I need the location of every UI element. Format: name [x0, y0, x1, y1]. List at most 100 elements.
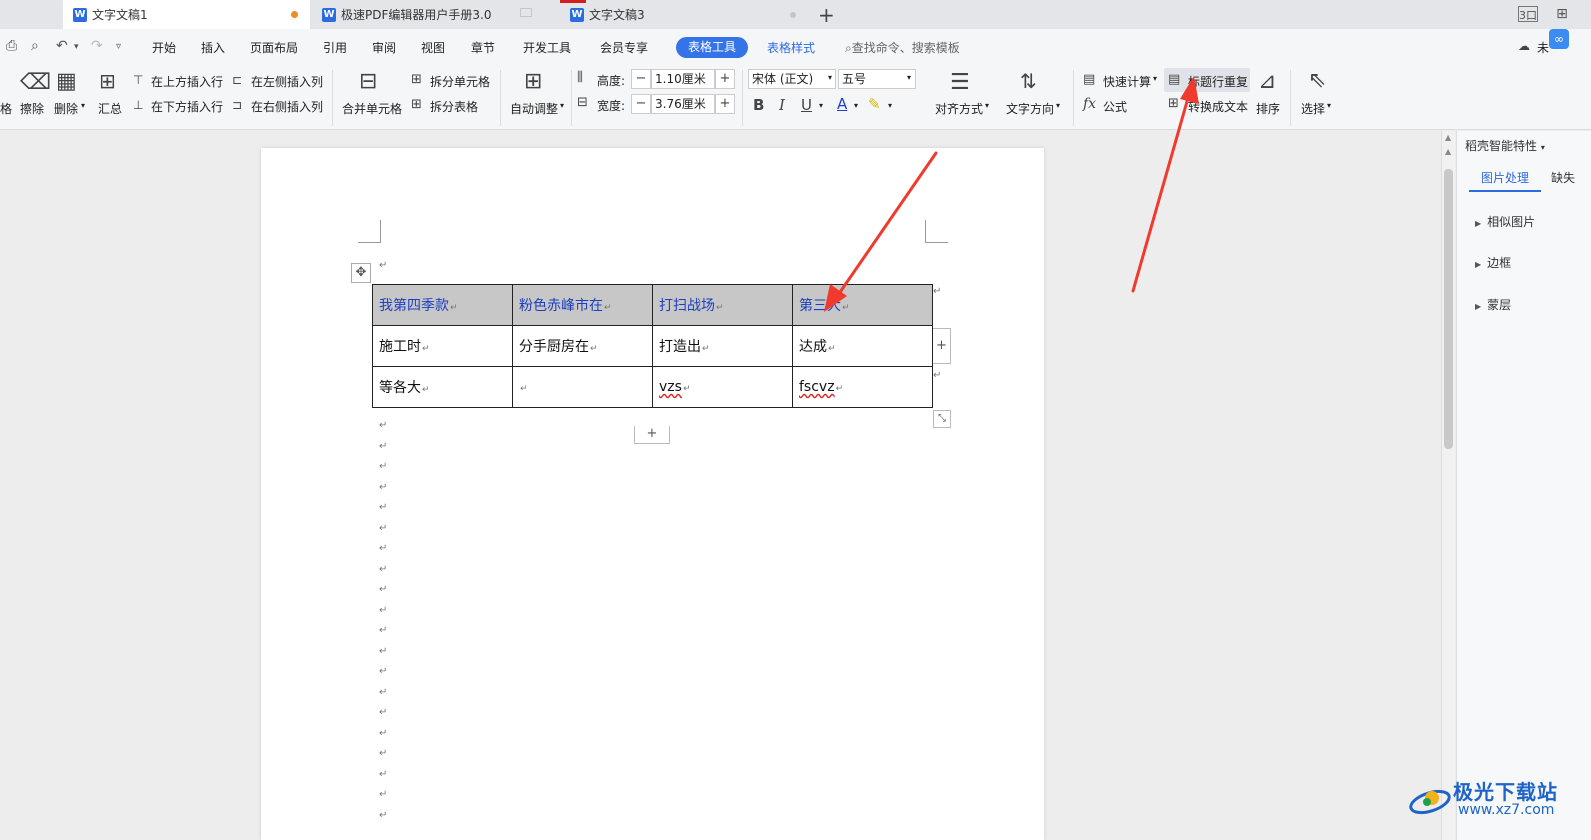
share-link-icon[interactable]: ∞: [1549, 29, 1569, 49]
table-cell[interactable]: 粉色赤峰市在↵: [512, 284, 653, 326]
cell-mark: ↵: [702, 344, 710, 354]
height-decrease-button[interactable]: −: [631, 69, 651, 89]
table-cell[interactable]: 我第四季款↵: [372, 284, 513, 326]
menu-view[interactable]: 视图: [421, 39, 445, 56]
text-direction-button[interactable]: 文字方向: [1006, 100, 1054, 117]
font-size-select[interactable]: 五号: [838, 69, 916, 89]
add-row-button[interactable]: +: [634, 426, 670, 444]
table-resize-handle-icon[interactable]: ⤡: [933, 410, 951, 428]
table-cell[interactable]: 施工时↵: [372, 325, 513, 367]
autofit-button[interactable]: 自动调整: [510, 100, 558, 117]
menu-insert[interactable]: 插入: [201, 39, 225, 56]
font-name-select[interactable]: 宋体 (正文): [748, 69, 836, 89]
new-tab-button[interactable]: +: [818, 3, 835, 27]
dropdown-icon[interactable]: ▾: [888, 101, 892, 110]
formula-button[interactable]: 公式: [1103, 98, 1127, 115]
scroll-thumb[interactable]: [1444, 169, 1453, 449]
dropdown-icon[interactable]: ▾: [854, 101, 858, 110]
split-cell-button[interactable]: 拆分单元格: [430, 73, 490, 90]
width-decrease-button[interactable]: −: [631, 94, 651, 114]
tab-missing[interactable]: 缺失: [1551, 169, 1575, 186]
width-increase-button[interactable]: +: [715, 94, 735, 114]
dropdown-icon[interactable]: ▾: [1056, 101, 1060, 110]
tab-document-3[interactable]: W 文字文稿3: [560, 0, 808, 29]
merge-cells-button[interactable]: 合并单元格: [342, 100, 402, 117]
tab-table-tools[interactable]: 表格工具: [676, 37, 748, 58]
quick-calc-button[interactable]: 快速计算: [1103, 73, 1151, 90]
height-increase-button[interactable]: +: [715, 69, 735, 89]
menu-chapter[interactable]: 章节: [471, 39, 495, 56]
highlight-icon[interactable]: ✎: [868, 95, 881, 113]
insert-col-left-button[interactable]: 在左侧插入列: [251, 73, 323, 90]
customize-quick-access-icon[interactable]: ▿: [116, 41, 121, 52]
summary-button[interactable]: 汇总: [98, 100, 122, 117]
menu-developer[interactable]: 开发工具: [523, 39, 571, 56]
scroll-double-up-icon[interactable]: ▲: [1445, 147, 1451, 156]
split-table-button[interactable]: 拆分表格: [430, 98, 478, 115]
font-color-icon[interactable]: A: [837, 95, 847, 113]
vertical-scrollbar[interactable]: ▲ ▲: [1441, 131, 1455, 840]
side-item-border[interactable]: ▶ 边框: [1475, 254, 1511, 271]
menu-start[interactable]: 开始: [152, 39, 176, 56]
menu-page-layout[interactable]: 页面布局: [250, 39, 298, 56]
dropdown-icon[interactable]: ▾: [560, 101, 564, 110]
italic-icon[interactable]: I: [779, 96, 785, 114]
table-cell[interactable]: 打扫战场↵: [652, 284, 793, 326]
underline-icon[interactable]: U: [801, 96, 812, 114]
dropdown-icon[interactable]: ▾: [81, 101, 85, 110]
insert-col-right-button[interactable]: 在右侧插入列: [251, 98, 323, 115]
dropdown-icon[interactable]: ▾: [1327, 101, 1331, 110]
add-column-button[interactable]: +: [933, 328, 951, 364]
table-cell[interactable]: ↵: [512, 366, 653, 408]
erase-button[interactable]: 擦除: [20, 100, 44, 117]
tab-table-style[interactable]: 表格样式: [767, 39, 815, 56]
sort-button[interactable]: 排序: [1256, 100, 1280, 117]
select-button[interactable]: 选择: [1301, 100, 1325, 117]
print-icon[interactable]: ⎙: [6, 38, 17, 54]
menu-review[interactable]: 审阅: [372, 39, 396, 56]
scroll-up-icon[interactable]: ▲: [1445, 133, 1451, 142]
tab-pdf-manual[interactable]: W 极速PDF编辑器用户手册3.0: [312, 0, 558, 29]
side-item-similar-images[interactable]: ▶ 相似图片: [1475, 213, 1535, 230]
side-panel-title[interactable]: 稻壳智能特性 ▾: [1465, 137, 1545, 154]
width-field[interactable]: 3.76厘米: [651, 94, 715, 114]
document-page[interactable]: ✥ ↵ 我第四季款↵ 粉色赤峰市在↵ 打扫战场↵ 第三大↵ 施工时↵ 分手厨房在…: [261, 148, 1044, 840]
cloud-icon[interactable]: ☁: [1518, 39, 1530, 53]
insert-row-below-button[interactable]: 在下方插入行: [151, 98, 223, 115]
table-move-handle-icon[interactable]: ✥: [351, 263, 371, 283]
command-search[interactable]: ⌕查找命令、搜索模板: [845, 39, 960, 56]
print-preview-icon[interactable]: ⌕: [31, 38, 39, 54]
document-table[interactable]: 我第四季款↵ 粉色赤峰市在↵ 打扫战场↵ 第三大↵ 施工时↵ 分手厨房在↵ 打造…: [372, 284, 933, 408]
table-cell[interactable]: 分手厨房在↵: [512, 325, 653, 367]
table-cell[interactable]: fscvz↵: [792, 366, 933, 408]
height-field[interactable]: 1.10厘米: [651, 69, 715, 89]
tab-image-processing[interactable]: 图片处理: [1481, 169, 1529, 186]
merge-cells-icon: ⊟: [359, 69, 378, 94]
dropdown-icon[interactable]: ▾: [1153, 74, 1157, 83]
menu-member[interactable]: 会员专享: [600, 39, 648, 56]
bold-icon[interactable]: B: [753, 96, 764, 114]
dropdown-icon[interactable]: ▾: [819, 101, 823, 110]
cell-mark: ↵: [842, 303, 850, 313]
menu-reference[interactable]: 引用: [323, 39, 347, 56]
tab-document-1[interactable]: W 文字文稿1: [63, 0, 310, 29]
table-cell[interactable]: 打造出↵: [652, 325, 793, 367]
delete-button[interactable]: 删除: [54, 100, 78, 117]
header-repeat-button[interactable]: 标题行重复: [1188, 73, 1248, 90]
view-toggle-button[interactable]: 3口: [1518, 6, 1538, 22]
table-cell[interactable]: 第三大↵: [792, 284, 933, 326]
row-end-mark: ↵: [933, 286, 942, 297]
undo-icon[interactable]: ↶: [56, 38, 68, 54]
dropdown-icon[interactable]: ▾: [985, 101, 989, 110]
insert-row-above-button[interactable]: 在上方插入行: [151, 73, 223, 90]
align-button[interactable]: 对齐方式: [935, 100, 983, 117]
table-cell[interactable]: 等各大↵: [372, 366, 513, 408]
tab-bar: W 文字文稿1 W 极速PDF编辑器用户手册3.0 W 文字文稿3 + 3口 ⊞: [0, 0, 1591, 29]
table-cell[interactable]: 达成↵: [792, 325, 933, 367]
convert-to-text-button[interactable]: 转换成文本: [1188, 98, 1248, 115]
table-cell[interactable]: vzs↵: [652, 366, 793, 408]
undo-dropdown-icon[interactable]: ▾: [74, 42, 79, 52]
grid-apps-icon[interactable]: ⊞: [1552, 6, 1572, 22]
side-item-mask[interactable]: ▶ 蒙层: [1475, 296, 1511, 313]
redo-icon[interactable]: ↷: [91, 38, 103, 54]
